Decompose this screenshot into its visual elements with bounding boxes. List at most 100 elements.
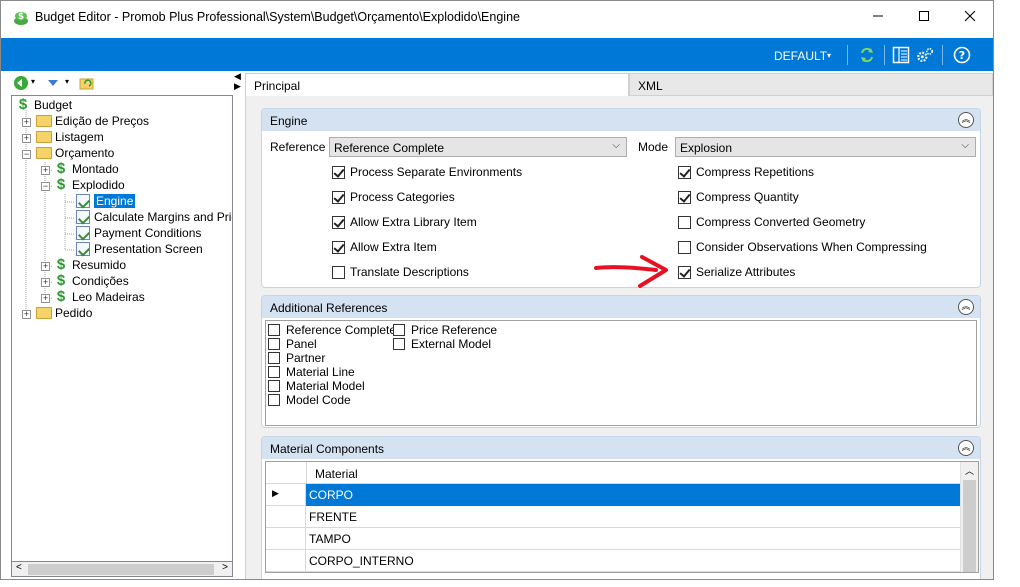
checkbox-box[interactable]: [332, 265, 345, 279]
expand-icon[interactable]: +: [41, 278, 50, 287]
checkbox-box[interactable]: [332, 240, 345, 254]
tree-node-presentation-screen[interactable]: Presentation Screen: [76, 241, 203, 257]
expand-icon[interactable]: +: [22, 310, 31, 319]
tree-horizontal-scrollbar[interactable]: < >: [11, 561, 233, 577]
scrollbar-thumb[interactable]: [963, 480, 976, 572]
scroll-up-icon[interactable]: ︿: [965, 464, 974, 477]
checkbox-box[interactable]: [332, 215, 345, 229]
checkbox-box[interactable]: [678, 190, 691, 204]
tree-node-montado[interactable]: $ Montado: [54, 161, 119, 177]
collapse-icon[interactable]: −: [41, 182, 50, 191]
panel-icon[interactable]: [892, 46, 910, 64]
checkbox-box[interactable]: [678, 165, 691, 179]
material-cell[interactable]: CORPO_INTERNO: [306, 550, 960, 572]
table-row[interactable]: TAMPO: [266, 528, 960, 550]
compress-quantity-checkbox[interactable]: Compress Quantity: [678, 190, 799, 204]
expand-icon[interactable]: +: [41, 262, 50, 271]
tree-node-listagem[interactable]: Listagem: [36, 129, 104, 145]
tree-node-leo-madeiras[interactable]: $ Leo Madeiras: [54, 289, 145, 305]
material-cell[interactable]: CORPO: [306, 484, 960, 506]
translate-descriptions-checkbox[interactable]: Translate Descriptions: [332, 265, 469, 279]
minimize-button[interactable]: [855, 1, 901, 33]
serialize-attributes-checkbox[interactable]: Serialize Attributes: [678, 265, 795, 279]
scrollbar-thumb[interactable]: [28, 564, 214, 575]
tree-node-condicoes[interactable]: $ Condições: [54, 273, 129, 289]
collapse-group-icon[interactable]: ︽: [958, 299, 974, 315]
reference-select[interactable]: Reference Complete ⌵: [329, 137, 627, 157]
default-profile-dropdown[interactable]: DEFAULT: [774, 49, 827, 63]
checkbox-box[interactable]: [268, 366, 280, 378]
checkbox-box[interactable]: [268, 352, 280, 364]
allow-extra-library-item-checkbox[interactable]: Allow Extra Library Item: [332, 215, 477, 229]
row-selector[interactable]: [266, 506, 306, 528]
process-separate-environments-checkbox[interactable]: Process Separate Environments: [332, 165, 522, 179]
expand-right-icon[interactable]: ▶: [234, 81, 241, 92]
row-selector[interactable]: ▶: [266, 484, 306, 506]
material-cell[interactable]: FRENTE: [306, 506, 960, 528]
checkbox-box[interactable]: [332, 190, 345, 204]
tree-node-budget[interactable]: $ Budget: [16, 97, 72, 113]
compress-converted-geometry-checkbox[interactable]: Compress Converted Geometry: [678, 215, 865, 229]
expand-icon[interactable]: +: [41, 294, 50, 303]
table-row[interactable]: CORPO_INTERNO: [266, 550, 960, 572]
material-column-header[interactable]: Material: [306, 462, 960, 484]
checkbox-box[interactable]: [268, 380, 280, 392]
ref-panel-checkbox[interactable]: Panel: [268, 337, 317, 351]
checkbox-box[interactable]: [393, 338, 405, 350]
settings-icon[interactable]: [916, 46, 934, 64]
ref-partner-checkbox[interactable]: Partner: [268, 351, 325, 365]
ref-external-model-checkbox[interactable]: External Model: [393, 337, 491, 351]
expand-icon[interactable]: +: [22, 134, 31, 143]
tree-node-orcamento[interactable]: Orçamento: [36, 145, 114, 161]
ref-reference-complete-checkbox[interactable]: Reference Complete: [268, 323, 396, 337]
checkbox-box[interactable]: [268, 324, 280, 336]
ref-model-code-checkbox[interactable]: Model Code: [268, 393, 351, 407]
tree-node-pedido[interactable]: Pedido: [36, 305, 92, 321]
refresh-icon[interactable]: [858, 46, 876, 64]
back-dropdown-icon[interactable]: ▾: [31, 77, 35, 86]
tab-xml[interactable]: XML: [629, 73, 993, 96]
material-cell[interactable]: TAMPO: [306, 528, 960, 550]
allow-extra-item-checkbox[interactable]: Allow Extra Item: [332, 240, 437, 254]
tree-node-engine[interactable]: Engine: [76, 193, 136, 209]
ref-price-reference-checkbox[interactable]: Price Reference: [393, 323, 497, 337]
help-icon[interactable]: ?: [953, 46, 971, 64]
row-selector[interactable]: [266, 550, 306, 572]
refresh-tree-icon[interactable]: [79, 75, 95, 94]
tree-node-explodido[interactable]: $ Explodido: [54, 177, 125, 193]
scroll-right-icon[interactable]: >: [222, 562, 228, 573]
mode-select[interactable]: Explosion ⌵: [675, 137, 976, 157]
tree-node-resumido[interactable]: $ Resumido: [54, 257, 126, 273]
process-categories-checkbox[interactable]: Process Categories: [332, 190, 455, 204]
checkbox-box[interactable]: [268, 394, 280, 406]
tab-principal[interactable]: Principal: [245, 73, 629, 96]
tree-node-edicao-de-precos[interactable]: Edição de Preços: [36, 113, 149, 129]
scroll-left-icon[interactable]: <: [16, 562, 22, 573]
back-icon[interactable]: [13, 75, 29, 94]
maximize-button[interactable]: [901, 1, 947, 33]
close-button[interactable]: [947, 1, 993, 33]
move-dropdown-icon[interactable]: ▾: [65, 77, 69, 86]
tree-node-calculate-margins[interactable]: Calculate Margins and Price: [76, 209, 232, 225]
grid-vertical-scrollbar[interactable]: ︿: [960, 462, 978, 572]
expand-icon[interactable]: +: [22, 118, 31, 127]
collapse-group-icon[interactable]: ︽: [958, 112, 974, 128]
collapse-icon[interactable]: −: [22, 150, 31, 159]
checkbox-box[interactable]: [678, 215, 691, 229]
row-selector[interactable]: [266, 528, 306, 550]
ref-material-model-checkbox[interactable]: Material Model: [268, 379, 365, 393]
checkbox-box[interactable]: [678, 240, 691, 254]
checkbox-box[interactable]: [332, 165, 345, 179]
compress-repetitions-checkbox[interactable]: Compress Repetitions: [678, 165, 814, 179]
move-down-icon[interactable]: [46, 76, 60, 93]
ref-material-line-checkbox[interactable]: Material Line: [268, 365, 355, 379]
checkbox-box[interactable]: [678, 265, 691, 279]
expand-icon[interactable]: +: [41, 166, 50, 175]
checkbox-box[interactable]: [268, 338, 280, 350]
collapse-group-icon[interactable]: ︽: [958, 440, 974, 456]
table-row[interactable]: FRENTE: [266, 506, 960, 528]
consider-observations-checkbox[interactable]: Consider Observations When Compressing: [678, 240, 927, 254]
checkbox-box[interactable]: [393, 324, 405, 336]
table-row[interactable]: ▶ CORPO: [266, 484, 960, 506]
tree-node-payment-conditions[interactable]: Payment Conditions: [76, 225, 201, 241]
